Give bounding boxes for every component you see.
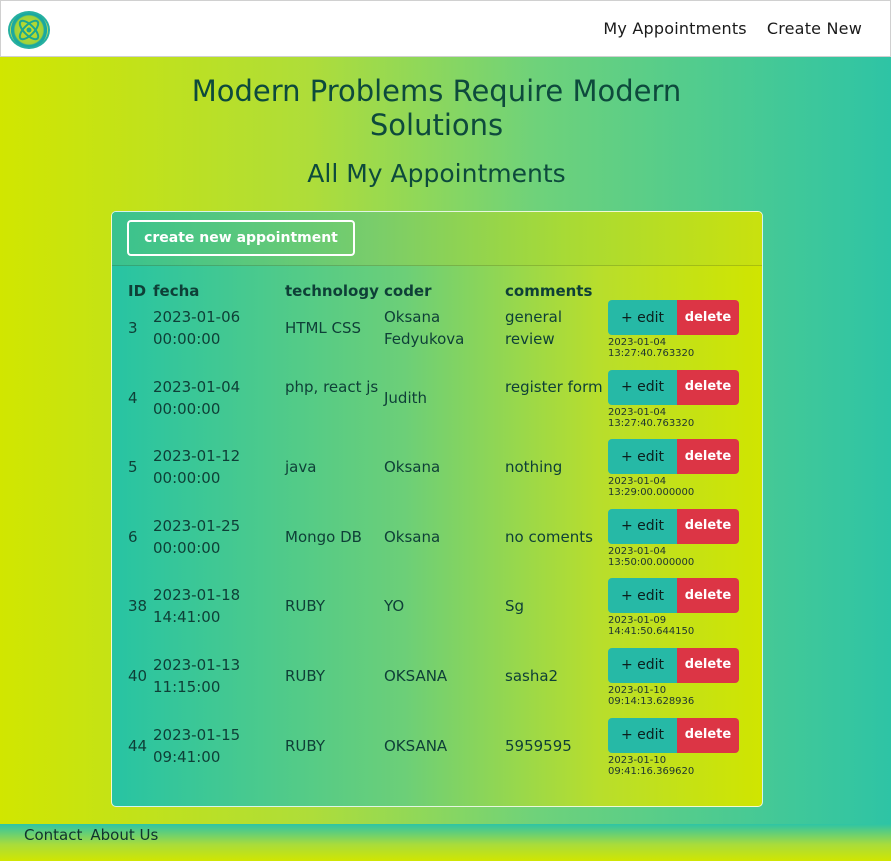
- table-row: 5 2023-01-12 00:00:00 java Oksana nothing + e…: [128, 439, 748, 513]
- table-row: 38 2023-01-18 14:41:00 RUBY YO Sg + edit delet…: [128, 578, 748, 652]
- created-timestamp: 2023-01-04 13:27:40.763320: [608, 337, 695, 359]
- edit-button[interactable]: + edit: [608, 300, 677, 335]
- navbar: My Appointments Create New: [0, 0, 891, 57]
- action-buttons: + edit delete: [608, 717, 748, 753]
- delete-button[interactable]: delete: [677, 439, 739, 475]
- cell-technology: RUBY: [285, 666, 326, 685]
- cell-comments: general review: [505, 308, 563, 348]
- edit-button[interactable]: + edit: [608, 578, 677, 614]
- nav-links: My Appointments Create New: [603, 19, 862, 38]
- row-actions: + edit delete 2023-01-04 13:27:40.763320: [608, 300, 748, 359]
- cell-coder: Oksana: [384, 527, 441, 546]
- cell-coder: OKSANA: [384, 736, 448, 755]
- nav-create-new[interactable]: Create New: [767, 19, 862, 38]
- footer: Contact About Us: [0, 824, 891, 861]
- atom-logo-icon[interactable]: [8, 11, 50, 49]
- cell-comments: register form: [505, 377, 603, 396]
- cell-comments: sasha2: [505, 666, 559, 685]
- created-timestamp: 2023-01-04 13:50:00.000000: [608, 545, 695, 568]
- created-timestamp: 2023-01-09 14:41:50.644150: [608, 615, 695, 638]
- row-actions: + edit delete 2023-01-10 09:14:13.628936: [608, 647, 748, 707]
- row-actions: + edit delete 2023-01-09 14:41:50.644150: [608, 578, 748, 637]
- edit-button[interactable]: + edit: [608, 439, 677, 475]
- appointments-card: create new appointment ID fecha technolo…: [111, 211, 763, 807]
- cell-technology: RUBY: [285, 736, 326, 755]
- col-header-technology: technology: [285, 282, 379, 300]
- cell-id: 38: [128, 597, 148, 616]
- table-row: 4 2023-01-04 00:00:00 php, react js Judith r…: [128, 369, 748, 444]
- cell-technology: Mongo DB: [285, 527, 362, 546]
- action-buttons: + edit delete: [608, 439, 748, 475]
- delete-button[interactable]: delete: [677, 369, 739, 405]
- delete-button[interactable]: delete: [677, 578, 739, 614]
- col-header-id: ID: [128, 282, 147, 300]
- cell-technology: RUBY: [285, 597, 326, 616]
- cell-comments: Sg: [505, 597, 525, 616]
- edit-button[interactable]: + edit: [608, 717, 677, 753]
- edit-button[interactable]: + edit: [608, 647, 677, 683]
- row-actions: + edit delete 2023-01-04 13:27:40.763320: [608, 369, 748, 429]
- cell-fecha: 2023-01-25 00:00:00: [153, 516, 241, 557]
- cell-technology: java: [285, 458, 317, 477]
- card-header: create new appointment: [112, 212, 762, 266]
- footer-links: Contact About Us: [24, 826, 158, 844]
- cell-coder: Oksana Fedyukova: [384, 308, 465, 348]
- col-header-comments: comments: [505, 282, 593, 300]
- cell-id: 5: [128, 458, 138, 477]
- cell-technology: HTML CSS: [285, 319, 362, 337]
- action-buttons: + edit delete: [608, 369, 748, 405]
- action-buttons: + edit delete: [608, 578, 748, 614]
- delete-button[interactable]: delete: [677, 508, 739, 544]
- cell-fecha: 2023-01-13 11:15:00: [153, 655, 241, 696]
- cell-id: 6: [128, 527, 138, 546]
- delete-button[interactable]: delete: [677, 300, 739, 335]
- created-timestamp: 2023-01-04 13:27:40.763320: [608, 406, 695, 429]
- appointments-table: ID fecha technology coder comments 3 2023…: [128, 282, 748, 791]
- cell-comments: 5959595: [505, 736, 572, 755]
- delete-button[interactable]: delete: [677, 647, 739, 683]
- page-subtitle: All My Appointments: [307, 159, 566, 188]
- nav-my-appointments[interactable]: My Appointments: [603, 19, 746, 38]
- table-row: 6 2023-01-25 00:00:00 Mongo DB Oksana no com…: [128, 508, 748, 583]
- created-timestamp: 2023-01-04 13:29:00.000000: [608, 476, 695, 499]
- cell-id: 40: [128, 666, 148, 685]
- cell-id: 3: [128, 319, 138, 337]
- cell-fecha: 2023-01-15 09:41:00: [153, 725, 241, 766]
- cell-fecha: 2023-01-18 14:41:00: [153, 586, 241, 627]
- col-header-fecha: fecha: [153, 282, 200, 300]
- cell-coder: Judith: [384, 388, 428, 407]
- table-body: 3 2023-01-06 00:00:00 HTML CSS Oksana Fedyu…: [128, 300, 748, 792]
- col-header-coder: coder: [384, 282, 432, 300]
- cell-fecha: 2023-01-04 00:00:00: [153, 377, 241, 418]
- cell-fecha: 2023-01-06 00:00:00: [153, 308, 241, 348]
- cell-id: 4: [128, 388, 138, 407]
- action-buttons: + edit delete: [608, 647, 748, 683]
- action-buttons: + edit delete: [608, 300, 748, 335]
- delete-button[interactable]: delete: [677, 717, 739, 753]
- cell-coder: Oksana: [384, 458, 441, 477]
- table-row: 40 2023-01-13 11:15:00 RUBY OKSANA sasha2 + e…: [128, 647, 748, 722]
- cell-coder: YO: [384, 597, 405, 616]
- created-timestamp: 2023-01-10 09:41:16.369620: [608, 754, 695, 777]
- created-timestamp: 2023-01-10 09:14:13.628936: [608, 684, 695, 707]
- cell-coder: OKSANA: [384, 666, 448, 685]
- cell-technology: php, react js: [285, 377, 379, 396]
- row-actions: + edit delete 2023-01-04 13:50:00.000000: [608, 508, 748, 568]
- edit-button[interactable]: + edit: [608, 369, 677, 405]
- footer-about-link[interactable]: About Us: [90, 826, 158, 844]
- create-appointment-button[interactable]: create new appointment: [127, 220, 355, 256]
- cell-comments: nothing: [505, 458, 563, 477]
- table-row: 44 2023-01-15 09:41:00 RUBY OKSANA 5959595 + …: [128, 717, 748, 792]
- cell-id: 44: [128, 736, 148, 755]
- row-actions: + edit delete 2023-01-10 09:41:16.369620: [608, 717, 748, 777]
- action-buttons: + edit delete: [608, 508, 748, 544]
- footer-contact-link[interactable]: Contact: [24, 826, 82, 844]
- table-row: 3 2023-01-06 00:00:00 HTML CSS Oksana Fedyu…: [128, 300, 748, 374]
- cell-comments: no coments: [505, 527, 593, 546]
- edit-button[interactable]: + edit: [608, 508, 677, 544]
- page-title: Modern Problems Require Modern Solutions: [191, 74, 682, 142]
- row-actions: + edit delete 2023-01-04 13:29:00.000000: [608, 439, 748, 498]
- cell-fecha: 2023-01-12 00:00:00: [153, 447, 241, 488]
